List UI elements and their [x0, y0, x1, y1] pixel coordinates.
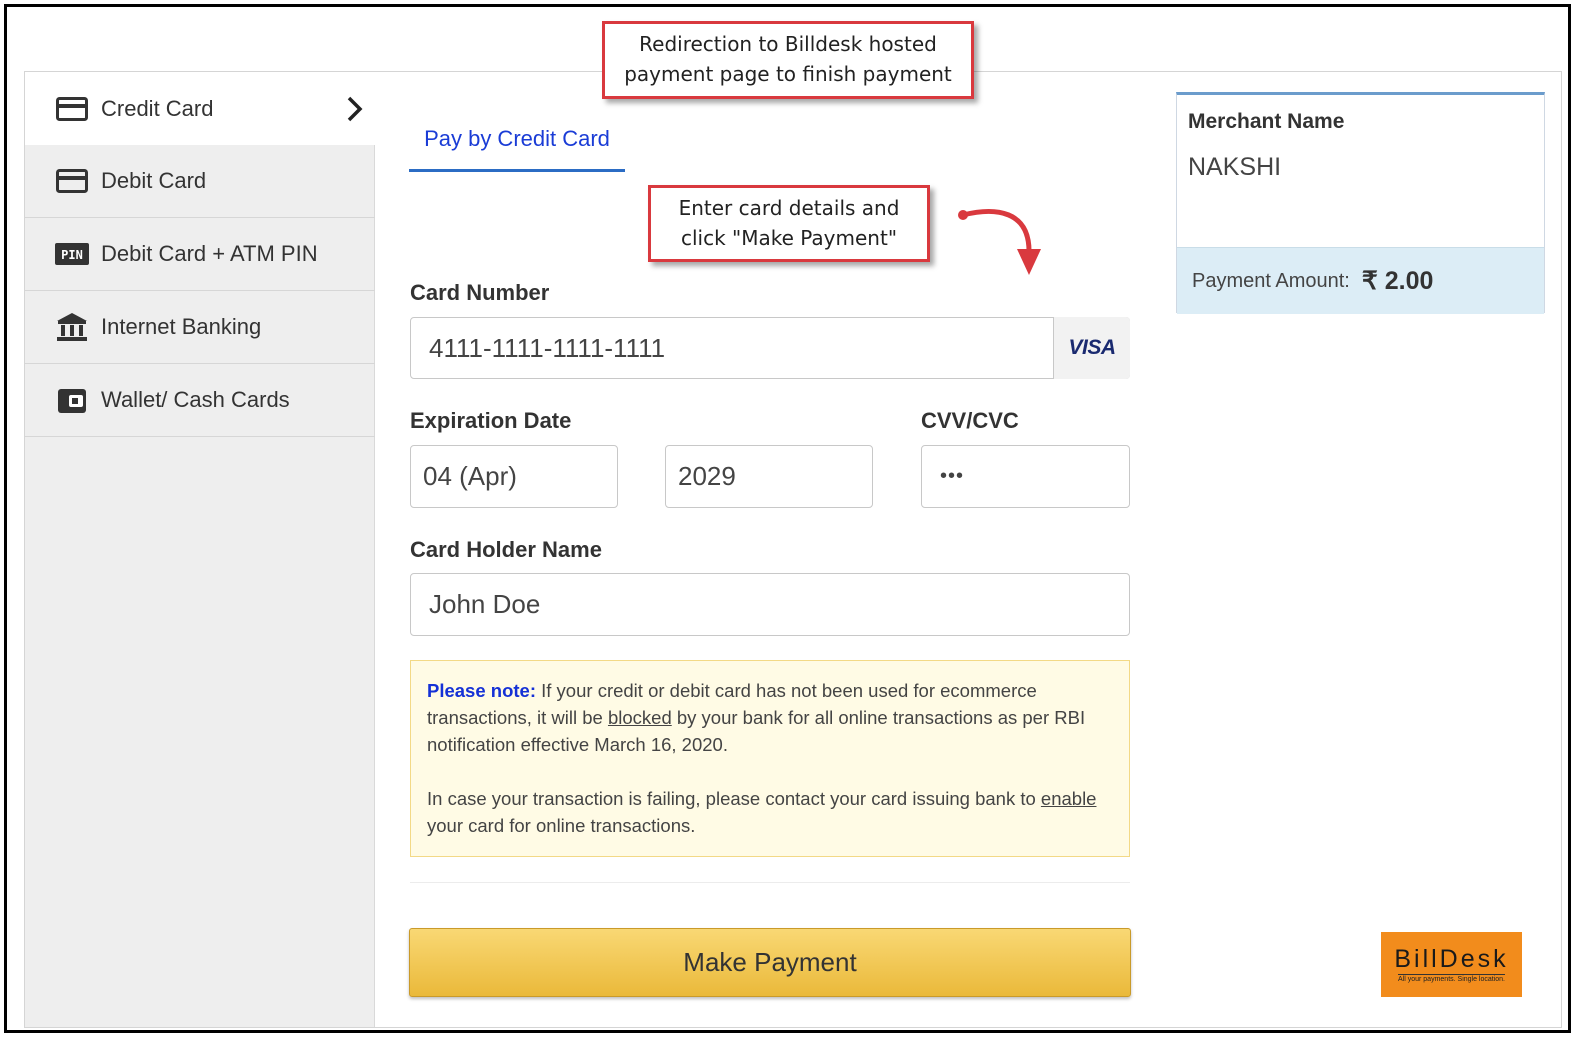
bank-icon	[55, 313, 89, 341]
wallet-icon	[55, 386, 89, 414]
divider	[410, 882, 1130, 883]
sidebar-item-label: Wallet/ Cash Cards	[101, 387, 290, 412]
billdesk-tagline: All your payments. Single location.	[1398, 974, 1505, 983]
blocked-text: blocked	[607, 707, 672, 728]
sidebar-item-wallet-cash-cards[interactable]: Wallet/ Cash Cards	[25, 364, 375, 437]
sidebar-item-credit-card[interactable]: Credit Card	[25, 72, 376, 145]
card-number-label: Card Number	[410, 280, 550, 305]
sidebar-item-internet-banking[interactable]: Internet Banking	[25, 291, 375, 364]
payment-amount-value: ₹ 2.00	[1361, 267, 1434, 295]
debit-card-icon	[55, 167, 89, 195]
exp-month-value: 04 (Apr)	[423, 461, 517, 491]
tab-pay-by-credit-card[interactable]: Pay by Credit Card	[409, 124, 625, 172]
payment-amount-bar: Payment Amount: ₹ 2.00	[1177, 247, 1544, 314]
chevron-right-icon	[346, 95, 364, 129]
notice-paragraph-2: In case your transaction is failing, ple…	[427, 788, 1097, 836]
card-holder-label: Card Holder Name	[410, 537, 602, 562]
exp-year-select[interactable]: 2029	[665, 445, 873, 508]
visa-icon: VISA	[1068, 336, 1116, 359]
sidebar-item-label: Internet Banking	[101, 314, 262, 339]
cvv-input[interactable]	[921, 445, 1130, 508]
notice-paragraph-1: Please note: If your credit or debit car…	[427, 680, 1086, 755]
credit-card-icon	[55, 95, 89, 123]
card-number-input[interactable]	[410, 317, 1130, 379]
exp-year-value: 2029	[678, 461, 736, 491]
sidebar-item-debit-card-atm-pin[interactable]: PIN Debit Card + ATM PIN	[25, 218, 375, 291]
cvv-label: CVV/CVC	[921, 408, 1019, 433]
payment-method-sidebar: Credit Card Debit Card PIN Debit Card + …	[25, 72, 376, 1027]
curved-arrow-icon	[958, 209, 1041, 275]
payment-amount-label: Payment Amount:	[1192, 269, 1350, 292]
card-brand-badge: VISA	[1053, 317, 1130, 379]
sidebar-item-label: Debit Card + ATM PIN	[101, 241, 318, 266]
card-holder-input[interactable]	[410, 573, 1130, 636]
sidebar-item-label: Credit Card	[101, 95, 214, 121]
svg-text:PIN: PIN	[61, 248, 83, 262]
billdesk-logo-text: BillDesk	[1394, 945, 1509, 973]
make-payment-button[interactable]: Make Payment	[409, 928, 1131, 997]
annotation-redirection: Redirection to Billdesk hosted payment p…	[602, 21, 974, 99]
merchant-name-label: Merchant Name	[1188, 110, 1345, 133]
notice-heading: Please note:	[427, 680, 536, 701]
merchant-summary-card: Merchant Name NAKSHI Payment Amount: ₹ 2…	[1176, 92, 1545, 314]
exp-month-select[interactable]: 04 (Apr)	[410, 445, 618, 508]
expiration-date-label: Expiration Date	[410, 408, 572, 433]
merchant-name-value: NAKSHI	[1188, 153, 1282, 181]
billdesk-logo: BillDesk All your payments. Single locat…	[1381, 932, 1522, 997]
annotation-enter-details: Enter card details and click "Make Payme…	[648, 185, 930, 262]
pin-icon: PIN	[55, 240, 89, 268]
rbi-notice: Please note: If your credit or debit car…	[410, 660, 1130, 857]
enable-text: enable	[1040, 788, 1097, 809]
sidebar-item-debit-card[interactable]: Debit Card	[25, 145, 375, 218]
sidebar-item-label: Debit Card	[101, 168, 207, 193]
